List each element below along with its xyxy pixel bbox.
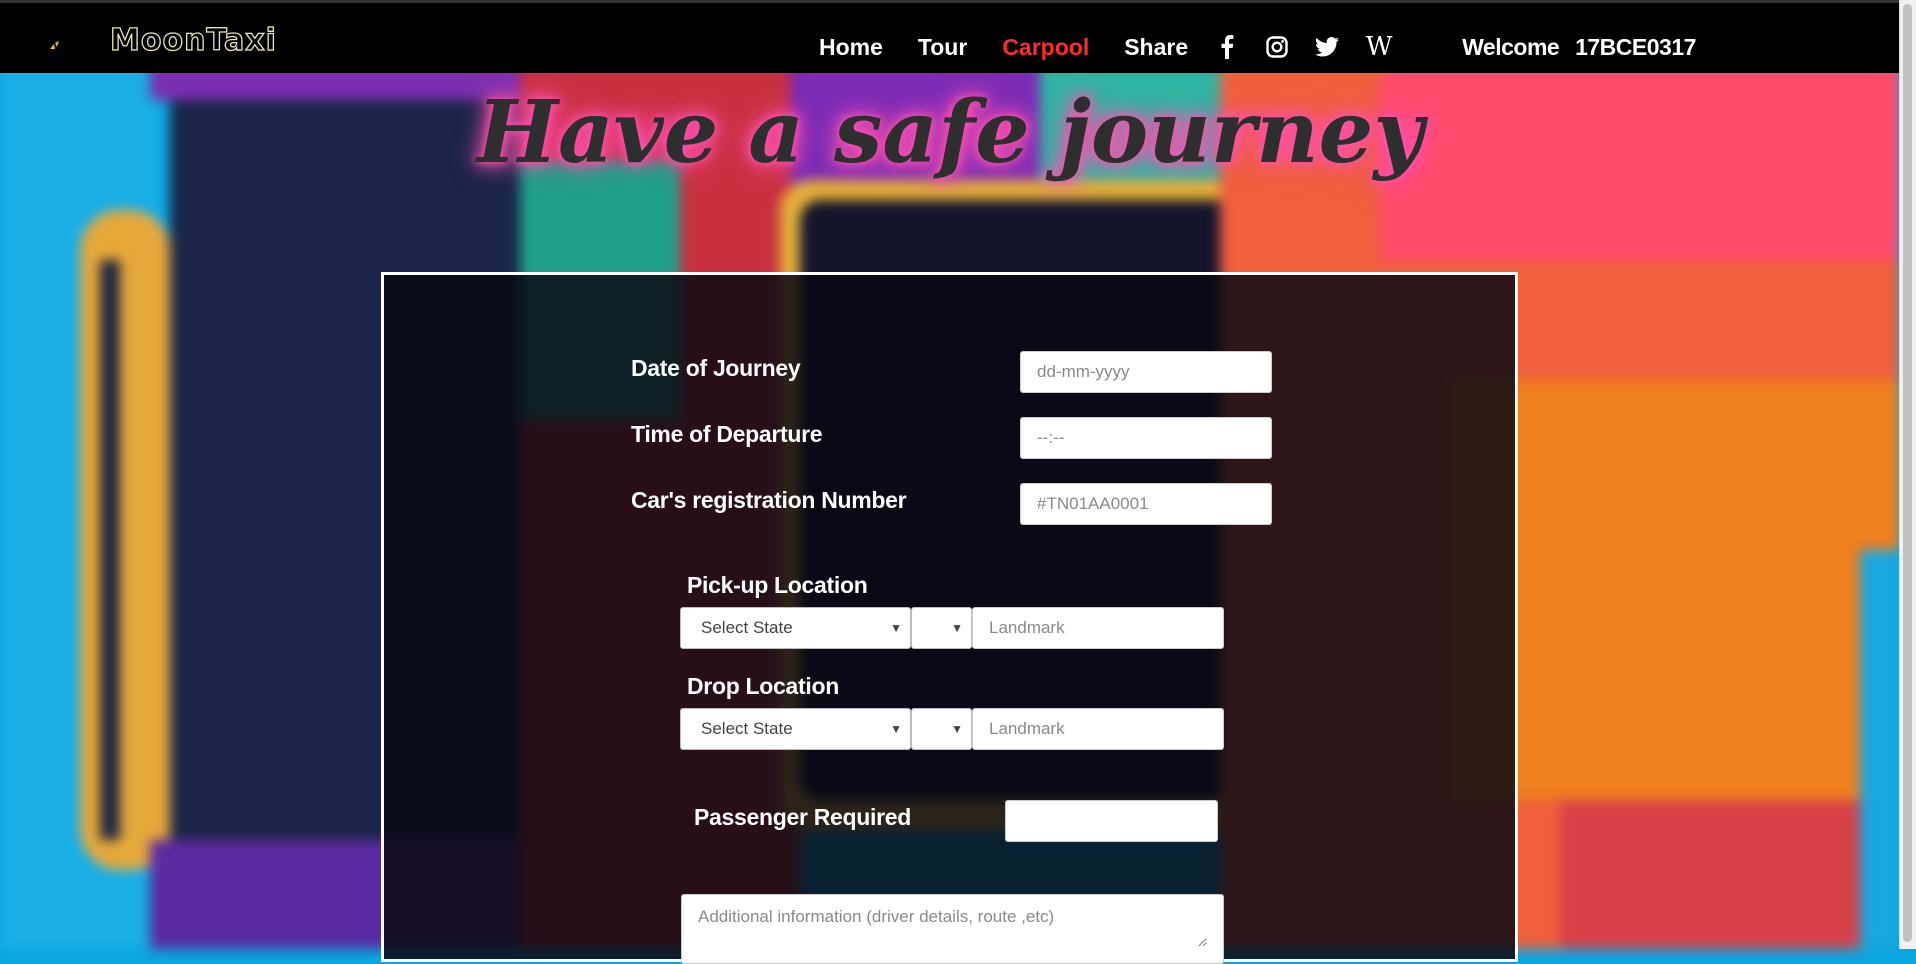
drop-label: Drop Location [687, 673, 839, 699]
brand-logo[interactable]: MoonTaxi [109, 22, 277, 58]
pickup-state-value: Select State [701, 618, 793, 637]
welcome-message: Welcome 17BCE0317 [1462, 34, 1696, 61]
nav-link-home[interactable]: Home [819, 34, 883, 61]
instagram-icon[interactable] [1264, 34, 1290, 60]
logo-icon[interactable] [50, 41, 61, 52]
time-input[interactable] [1037, 428, 1255, 448]
username: 17BCE0317 [1575, 33, 1696, 60]
time-label: Time of Departure [631, 421, 823, 447]
pickup-label: Pick-up Location [687, 572, 868, 598]
social-links: W [1214, 32, 1418, 62]
chevron-down-icon: ▼ [890, 621, 902, 635]
welcome-label: Welcome [1462, 33, 1560, 60]
additional-info-field[interactable] [681, 894, 1224, 964]
drop-landmark-input[interactable] [989, 719, 1207, 739]
time-field[interactable] [1020, 417, 1272, 459]
date-input[interactable] [1037, 362, 1255, 382]
drop-landmark-field[interactable] [972, 708, 1224, 750]
nav-link-share[interactable]: Share [1124, 34, 1188, 61]
chevron-down-icon: ▼ [951, 621, 963, 635]
nav-link-carpool[interactable]: Carpool [1002, 34, 1089, 61]
passengers-field[interactable] [1005, 800, 1218, 842]
drop-city-select[interactable]: ▼ [911, 708, 972, 750]
registration-input[interactable] [1037, 494, 1255, 514]
scrollbar-thumb[interactable] [1903, 4, 1912, 942]
nav-menu: Home Tour Carpool Share W Welcome 17BCE0… [819, 29, 1696, 65]
page-scrollbar[interactable] [1899, 0, 1916, 949]
drop-state-value: Select State [701, 719, 793, 738]
wikipedia-icon[interactable]: W [1364, 32, 1394, 62]
registration-label: Car's registration Number [631, 487, 907, 513]
pickup-landmark-input[interactable] [989, 618, 1207, 638]
top-navbar: MoonTaxi Home Tour Carpool Share W Welco… [0, 0, 1900, 73]
date-label: Date of Journey [631, 355, 801, 381]
pickup-city-select[interactable]: ▼ [911, 607, 972, 649]
passengers-label: Passenger Required [694, 804, 912, 830]
date-field[interactable] [1020, 351, 1272, 393]
nav-link-tour[interactable]: Tour [918, 34, 967, 61]
passengers-input[interactable] [1022, 811, 1201, 831]
chevron-down-icon: ▼ [890, 722, 902, 736]
additional-info-input[interactable] [698, 907, 1207, 947]
pickup-state-select[interactable]: Select State ▼ [680, 607, 911, 649]
drop-state-select[interactable]: Select State ▼ [680, 708, 911, 750]
page-heading: Have a safe journey [476, 82, 1424, 183]
registration-field[interactable] [1020, 483, 1272, 525]
pickup-landmark-field[interactable] [972, 607, 1224, 649]
facebook-icon[interactable] [1214, 34, 1240, 60]
twitter-icon[interactable] [1314, 34, 1340, 60]
carpool-form: Date of Journey Time of Departure Car's … [381, 272, 1518, 964]
chevron-down-icon: ▼ [951, 722, 963, 736]
